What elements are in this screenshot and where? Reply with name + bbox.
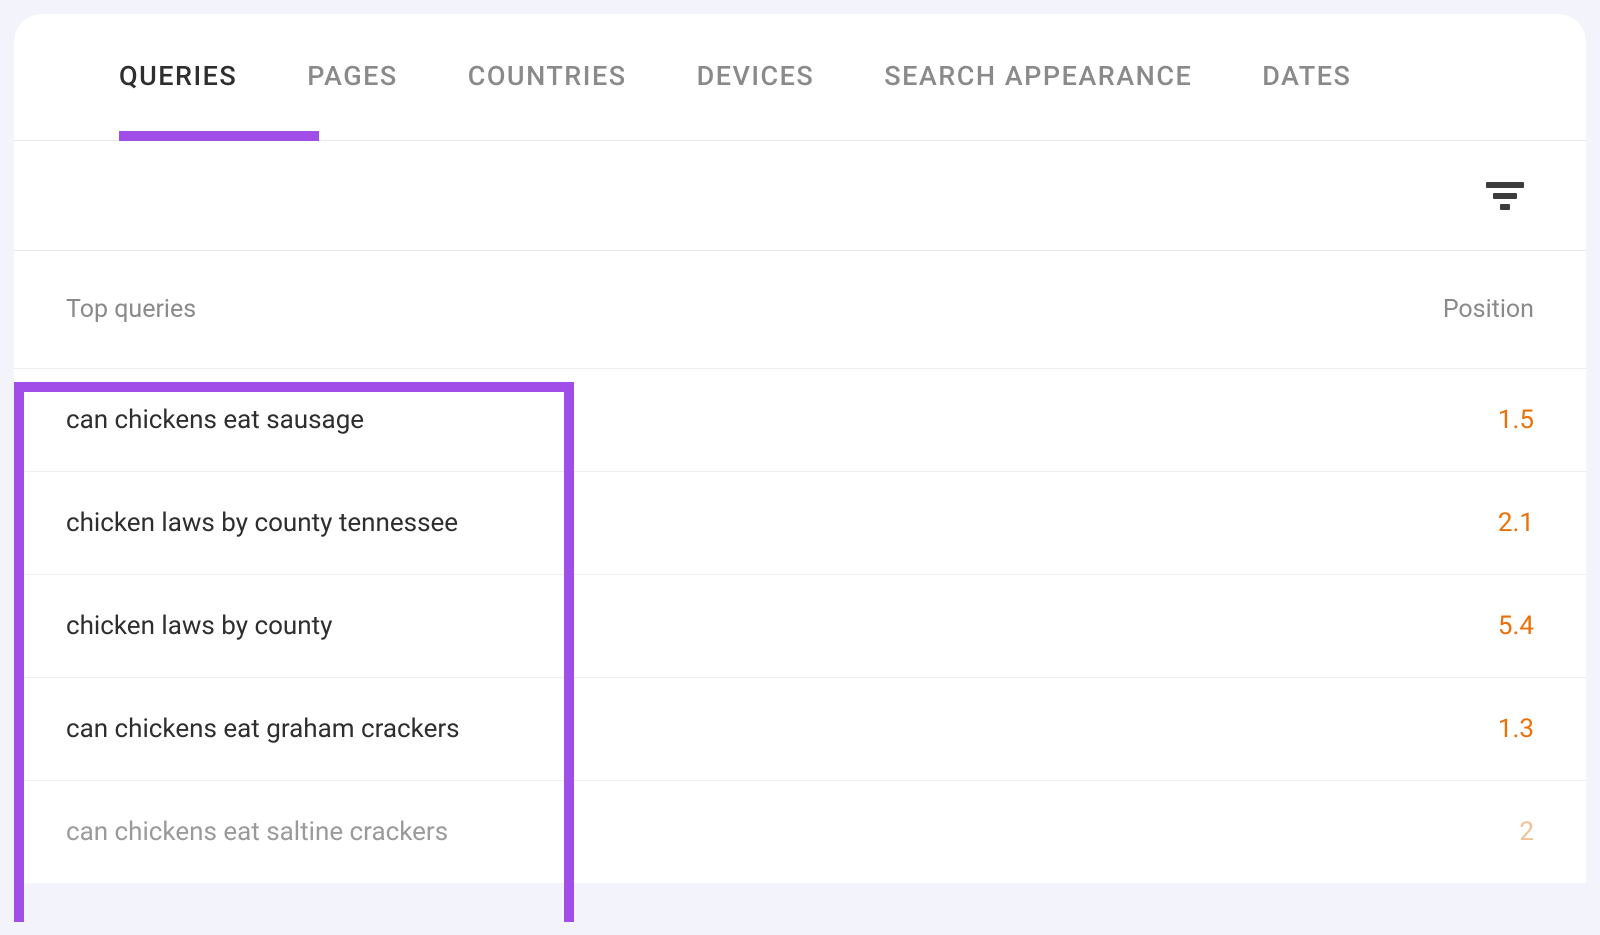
filter-icon[interactable] xyxy=(1486,182,1524,210)
tab-pages[interactable]: PAGES xyxy=(307,60,397,140)
position-value: 2 xyxy=(1519,817,1534,847)
query-text: chicken laws by county xyxy=(66,611,332,641)
column-header-queries: Top queries xyxy=(66,295,196,324)
table-row[interactable]: can chickens eat graham crackers 1.3 xyxy=(14,677,1586,780)
position-value: 5.4 xyxy=(1498,611,1534,641)
tab-dates[interactable]: DATES xyxy=(1262,60,1351,140)
tab-devices[interactable]: DEVICES xyxy=(697,60,815,140)
position-value: 1.3 xyxy=(1498,714,1534,744)
table-row[interactable]: chicken laws by county 5.4 xyxy=(14,574,1586,677)
position-value: 2.1 xyxy=(1498,508,1534,538)
query-text: chicken laws by county tennessee xyxy=(66,508,458,538)
query-text: can chickens eat graham crackers xyxy=(66,714,460,744)
query-text: can chickens eat sausage xyxy=(66,405,364,435)
tab-countries[interactable]: COUNTRIES xyxy=(468,60,627,140)
tab-queries[interactable]: QUERIES xyxy=(119,60,237,140)
table-header: Top queries Position xyxy=(14,251,1586,368)
search-console-card: QUERIES PAGES COUNTRIES DEVICES SEARCH A… xyxy=(14,14,1586,883)
dimension-tabs: QUERIES PAGES COUNTRIES DEVICES SEARCH A… xyxy=(14,14,1586,141)
column-header-position: Position xyxy=(1443,295,1534,324)
table-row[interactable]: can chickens eat sausage 1.5 xyxy=(14,368,1586,471)
filter-bar xyxy=(14,141,1586,251)
table-row[interactable]: chicken laws by county tennessee 2.1 xyxy=(14,471,1586,574)
position-value: 1.5 xyxy=(1498,405,1534,435)
tab-search-appearance[interactable]: SEARCH APPEARANCE xyxy=(884,60,1192,140)
query-text: can chickens eat saltine crackers xyxy=(66,817,448,847)
table-row[interactable]: can chickens eat saltine crackers 2 xyxy=(14,780,1586,883)
